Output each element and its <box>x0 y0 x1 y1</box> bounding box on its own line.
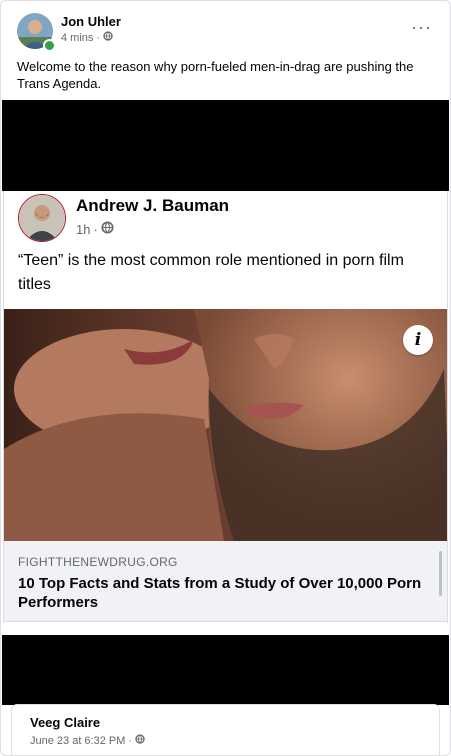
shared-post-time[interactable]: 1h <box>76 222 90 237</box>
shared-post-text: “Teen” is the most common role mentioned… <box>18 252 404 293</box>
globe-icon <box>135 734 145 747</box>
link-preview-image[interactable]: i <box>4 309 447 541</box>
info-icon[interactable]: i <box>403 325 433 355</box>
next-post-time[interactable]: June 23 at 6:32 PM <box>30 735 125 747</box>
next-post-author[interactable]: Veeg Claire <box>30 715 100 730</box>
post-time[interactable]: 4 mins <box>61 32 93 44</box>
redacted-area <box>2 100 449 191</box>
shared-author-name[interactable]: Andrew J. Bauman <box>76 196 229 216</box>
online-status-dot <box>43 39 56 52</box>
more-options-icon[interactable]: ··· <box>411 18 432 36</box>
post-card: Jon Uhler 4 mins · ··· Welcome to the re… <box>0 0 451 756</box>
next-post-card: Veeg Claire June 23 at 6:32 PM · <box>11 704 440 755</box>
next-post-meta: June 23 at 6:32 PM · <box>30 734 145 747</box>
globe-icon <box>103 31 113 44</box>
author-name[interactable]: Jon Uhler <box>61 14 121 29</box>
link-caption[interactable]: FIGHTTHENEWDRUG.ORG 10 Top Facts and Sta… <box>4 541 447 622</box>
post-text: Welcome to the reason why porn-fueled me… <box>17 59 414 91</box>
redacted-area-2 <box>2 635 449 705</box>
post-meta: 4 mins · <box>61 31 113 44</box>
scrollbar-thumb[interactable] <box>439 551 442 596</box>
shared-post[interactable]: Andrew J. Bauman 1h · “Teen” is the most… <box>3 191 448 623</box>
globe-icon <box>101 221 114 237</box>
link-title[interactable]: 10 Top Facts and Stats from a Study of O… <box>18 574 438 612</box>
link-domain: FIGHTTHENEWDRUG.ORG <box>18 555 178 569</box>
shared-author-avatar[interactable] <box>18 194 66 242</box>
shared-post-meta: 1h · <box>76 221 114 237</box>
